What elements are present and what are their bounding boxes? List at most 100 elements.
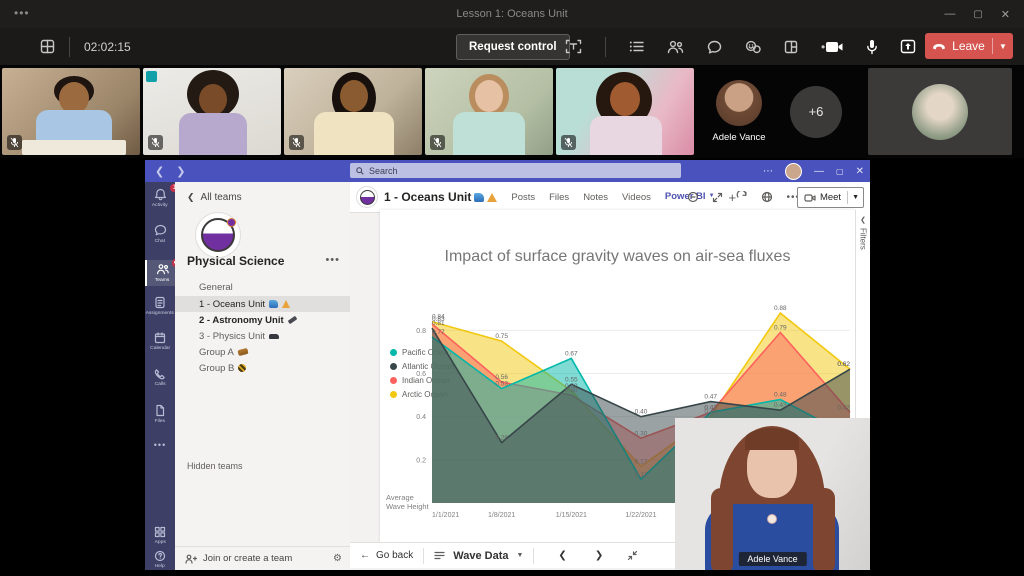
hidden-teams-link[interactable]: Hidden teams <box>187 461 243 471</box>
svg-text:0.79: 0.79 <box>774 325 787 332</box>
filters-collapse-icon[interactable]: ❮ <box>860 216 866 224</box>
leave-label: Leave <box>952 39 985 53</box>
nav-back-icon[interactable]: ❮ <box>155 165 164 178</box>
svg-text:0.52: 0.52 <box>565 383 578 390</box>
close-icon[interactable]: ✕ <box>1001 8 1010 21</box>
tab-notes[interactable]: Notes <box>583 183 608 211</box>
legend-dot <box>390 377 397 384</box>
sailboat-emoji-icon <box>282 300 290 308</box>
all-teams-back-link[interactable]: ❮ All teams <box>187 192 242 203</box>
presenter-video-overlay[interactable]: Adele Vance <box>675 418 870 570</box>
live-captions-icon[interactable] <box>565 39 582 54</box>
participant-avatar-block[interactable]: Adele Vance <box>698 68 780 155</box>
meeting-window: ••• Lesson 1: Oceans Unit — ▢ ✕ 02:02:15… <box>0 0 1024 576</box>
rail-item-help[interactable]: Help <box>145 550 175 569</box>
tab-videos[interactable]: Videos <box>622 183 651 211</box>
rail-item-apps[interactable]: Apps <box>145 526 175 545</box>
globe-icon[interactable] <box>761 191 773 203</box>
minimize-icon[interactable]: — <box>944 8 955 20</box>
mic-muted-icon <box>289 135 304 150</box>
team-options-icon[interactable]: ••• <box>325 254 340 266</box>
rail-item-files[interactable]: Files <box>145 404 175 424</box>
svg-text:0.2: 0.2 <box>416 457 426 464</box>
meeting-toolbar: 02:02:15 Request control ••• <box>0 28 1024 65</box>
leave-button[interactable]: Leave ▼ <box>925 33 1013 59</box>
rail-more-icon: ••• <box>154 440 166 450</box>
rail-item-teams[interactable]: ● Teams <box>145 260 177 286</box>
meet-chevron-icon[interactable]: ▼ <box>847 191 863 204</box>
participants-icon[interactable] <box>667 40 684 54</box>
leave-options-chevron-icon[interactable]: ▼ <box>992 38 1013 54</box>
back-chevron-icon: ❮ <box>187 192 195 203</box>
prev-page-icon[interactable]: ❮ <box>558 550 566 561</box>
channel-general[interactable]: General <box>175 278 350 296</box>
rail-item-assignments[interactable]: Assignments <box>145 296 175 316</box>
divider <box>423 548 424 564</box>
window-titlebar: ••• Lesson 1: Oceans Unit — ▢ ✕ <box>0 0 1024 28</box>
teams-app-titlebar: ❮ ❯ Search ⋯ — ▢ ✕ <box>145 160 870 182</box>
dataset-selector[interactable]: Wave Data ▼ <box>434 550 523 562</box>
channel-avatar <box>356 186 378 208</box>
meet-button[interactable]: Meet ▼ <box>797 187 864 208</box>
teams-left-rail: 13 Activity Chat ● Teams Assignments <box>145 182 175 570</box>
channel-physics-unit[interactable]: 3 - Physics Unit <box>175 328 350 344</box>
search-input[interactable]: Search <box>350 163 681 178</box>
presenter-silhouette <box>675 418 870 570</box>
tab-posts[interactable]: Posts <box>511 183 535 211</box>
search-placeholder: Search <box>369 166 398 176</box>
channel-astronomy-unit[interactable]: 2 - Astronomy Unit <box>175 312 350 328</box>
app-close-icon[interactable]: ✕ <box>856 166 864 177</box>
team-avatar[interactable] <box>195 212 241 258</box>
divider <box>533 548 534 564</box>
maximize-icon[interactable]: ▢ <box>973 9 982 20</box>
app-minimize-icon[interactable]: — <box>814 166 824 177</box>
channel-group-b[interactable]: Group B <box>175 360 350 376</box>
channel-oceans-unit[interactable]: 1 - Oceans Unit <box>175 296 350 312</box>
join-create-team-button[interactable]: Join or create a team ⚙ <box>175 546 350 570</box>
rail-item-more[interactable]: ••• <box>145 440 175 450</box>
manage-teams-gear-icon[interactable]: ⚙ <box>333 553 342 564</box>
chat-icon[interactable] <box>707 40 722 54</box>
go-back-button[interactable]: ← Go back <box>360 550 413 561</box>
video-tile-student-3[interactable] <box>284 68 422 155</box>
svg-text:0.88: 0.88 <box>774 305 787 312</box>
rail-item-calendar[interactable]: Calendar <box>145 332 175 351</box>
pages-list-icon <box>434 551 445 560</box>
breakout-rooms-icon[interactable] <box>784 40 798 54</box>
rail-item-chat[interactable]: Chat <box>145 224 175 244</box>
app-maximize-icon[interactable]: ▢ <box>836 167 844 176</box>
tab-files[interactable]: Files <box>549 183 569 211</box>
nav-forward-icon[interactable]: ❯ <box>176 165 185 178</box>
video-tile-student-2[interactable] <box>143 68 281 155</box>
svg-text:0.6: 0.6 <box>416 371 426 378</box>
breakout-grid-icon[interactable] <box>40 39 55 54</box>
svg-text:0.67: 0.67 <box>565 350 578 357</box>
wave-emoji-icon <box>474 193 484 202</box>
mic-icon[interactable] <box>866 39 878 55</box>
channel-group-a[interactable]: Group A <box>175 344 350 360</box>
svg-text:0.84: 0.84 <box>432 314 445 321</box>
video-tile-student-5[interactable] <box>556 68 694 155</box>
video-tile-student-1[interactable] <box>2 68 140 155</box>
share-screen-icon[interactable] <box>900 39 916 54</box>
video-tile-self[interactable] <box>868 68 1012 155</box>
refresh-icon[interactable] <box>736 191 748 203</box>
help-icon <box>154 550 166 562</box>
camera-icon[interactable] <box>825 40 844 54</box>
video-tile-student-4[interactable] <box>425 68 553 155</box>
next-page-icon[interactable]: ❯ <box>595 550 603 561</box>
expand-tab-icon[interactable] <box>712 192 723 203</box>
user-avatar[interactable] <box>785 163 802 180</box>
titlebar-more-icon[interactable]: ••• <box>14 6 30 20</box>
collapse-view-icon[interactable] <box>627 550 638 561</box>
reactions-icon[interactable] <box>745 40 761 54</box>
svg-text:1/8/2021: 1/8/2021 <box>488 512 515 519</box>
rail-item-calls[interactable]: Calls <box>145 368 175 387</box>
conversation-icon[interactable] <box>687 191 699 203</box>
rail-item-activity[interactable]: 13 Activity <box>145 188 175 208</box>
agenda-list-icon[interactable] <box>629 40 644 53</box>
svg-text:0.43: 0.43 <box>774 402 787 409</box>
overflow-participants[interactable]: +6 <box>786 68 846 155</box>
request-control-button[interactable]: Request control <box>456 34 570 60</box>
app-more-icon[interactable]: ⋯ <box>763 166 773 177</box>
